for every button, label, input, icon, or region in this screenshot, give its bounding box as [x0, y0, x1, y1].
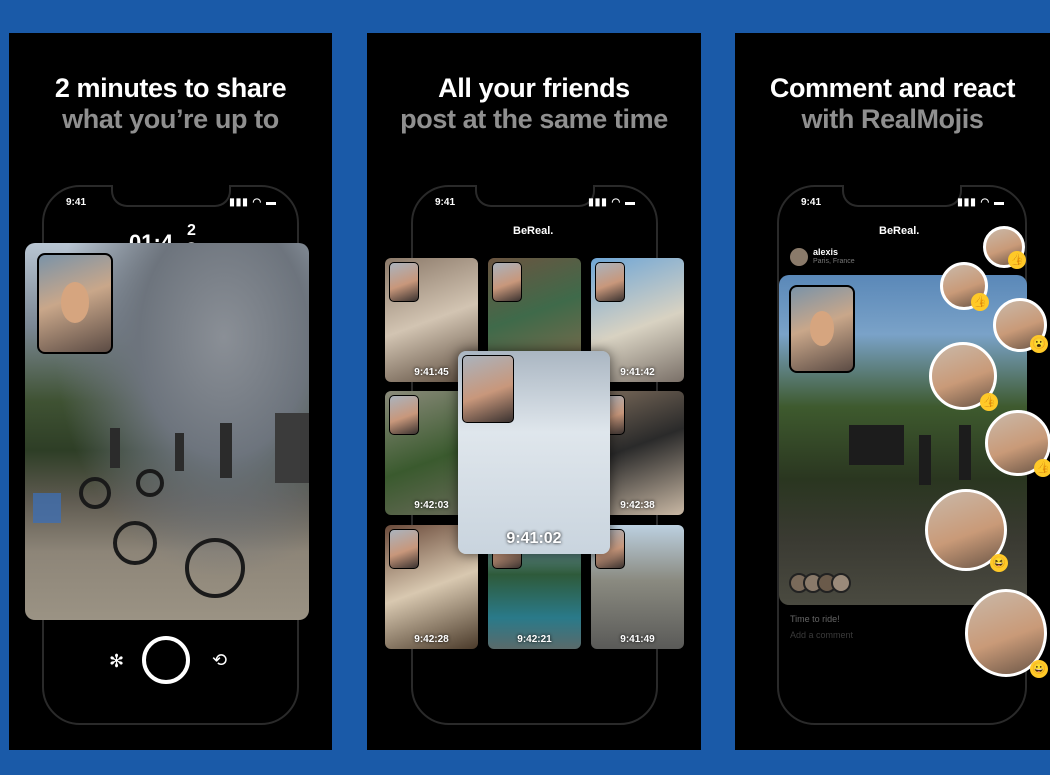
headline-primary: 2 minutes to share	[54, 73, 287, 103]
selfie-thumb	[389, 529, 419, 569]
post-time: 9:42:21	[517, 634, 552, 645]
post-location: Paris, France	[813, 258, 855, 265]
selfie-overlay[interactable]	[789, 285, 855, 373]
selfie-thumb	[595, 262, 625, 302]
add-comment-link[interactable]: Add a comment	[790, 630, 853, 640]
thumbs-up-icon: 👍	[1034, 459, 1050, 477]
surprised-icon: 😮	[1030, 335, 1048, 353]
headline-primary: All your friends	[438, 73, 630, 103]
phone-notch	[474, 185, 595, 207]
app-brand: BeReal.	[513, 225, 554, 237]
thumbs-up-icon: 👍	[980, 393, 998, 411]
selfie-thumb	[389, 262, 419, 302]
post-author-name[interactable]: alexis	[813, 247, 838, 257]
panel-headline: All your friends post at the same time	[367, 73, 701, 135]
thumbs-up-icon: 👍	[971, 293, 989, 311]
app-brand: BeReal.	[879, 225, 920, 237]
post-time: 9:41:49	[620, 634, 655, 645]
countdown-digit-upper: 2	[187, 222, 196, 239]
headline-secondary: post at the same time	[400, 104, 668, 134]
camera-preview-photo	[25, 243, 309, 620]
thumbs-up-icon: 👍	[1008, 251, 1026, 269]
selfie-thumb	[492, 262, 522, 302]
headline-secondary: with RealMojis	[801, 104, 984, 134]
panel-headline: Comment and react with RealMojis	[735, 73, 1050, 135]
realmoji-reaction[interactable]: 😀	[965, 589, 1048, 678]
realmoji-reaction[interactable]: 👍	[983, 226, 1026, 269]
laughing-icon: 😆	[990, 554, 1008, 572]
screenshot-panel-capture: 2 minutes to share what you’re up to 9:4…	[9, 33, 332, 750]
status-time: 9:41	[66, 197, 87, 208]
status-time: 9:41	[801, 197, 822, 208]
phone-notch	[842, 185, 962, 207]
selfie-overlay[interactable]	[37, 253, 113, 354]
flash-off-icon[interactable]: ✻	[109, 651, 124, 672]
reaction-summary[interactable]	[789, 573, 859, 595]
phone-notch	[110, 185, 231, 207]
realmoji-reaction[interactable]: 😆	[925, 489, 1008, 572]
post-time: 9:41:02	[506, 530, 562, 547]
post-time: 9:42:28	[414, 634, 449, 645]
panel-headline: 2 minutes to share what you’re up to	[9, 73, 332, 135]
status-icons: ▮▮▮ ◠ ▬	[957, 197, 1005, 208]
headline-primary: Comment and react	[769, 73, 1016, 103]
headline-secondary: what you’re up to	[62, 104, 279, 134]
post-caption: Time to ride!	[790, 614, 840, 624]
selfie-thumb	[389, 395, 419, 435]
flip-camera-icon[interactable]: ⟲	[212, 650, 227, 671]
shutter-button[interactable]	[142, 636, 190, 684]
status-icons: ▮▮▮ ◠ ▬	[588, 197, 636, 208]
status-time: 9:41	[435, 197, 456, 208]
featured-post-tile[interactable]: 9:41:02	[458, 351, 610, 554]
realmoji-reaction[interactable]: 😮	[993, 298, 1048, 353]
post-author-avatar[interactable]	[790, 248, 808, 266]
screenshot-panel-realmojis: Comment and react with RealMojis 9:41 ▮▮…	[735, 33, 1050, 750]
realmoji-reaction[interactable]: 👍	[985, 410, 1050, 477]
realmoji-reaction[interactable]: 👍	[940, 262, 989, 311]
realmoji-reaction[interactable]: 👍	[929, 342, 998, 411]
selfie-thumb	[462, 355, 514, 423]
grinning-icon: 😀	[1030, 660, 1048, 678]
status-icons: ▮▮▮ ◠ ▬	[229, 197, 277, 208]
screenshot-panel-feed-grid: All your friends post at the same time 9…	[367, 33, 701, 750]
